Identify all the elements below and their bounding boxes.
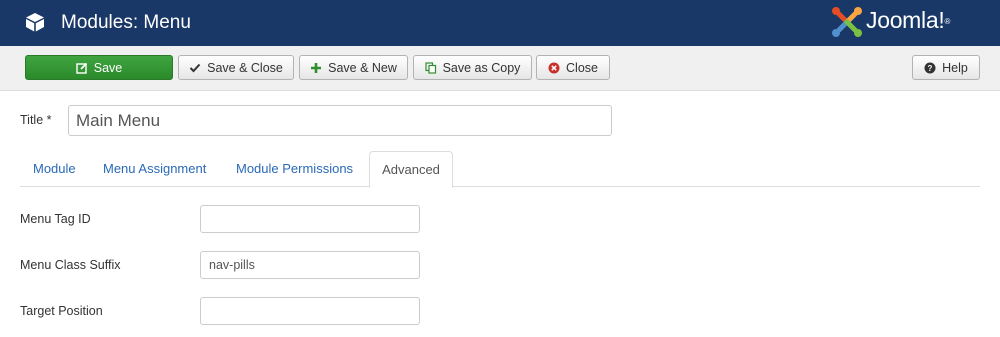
cube-icon: [26, 13, 44, 32]
help-button[interactable]: ? Help: [912, 55, 980, 80]
menu-tag-id-label: Menu Tag ID: [20, 212, 91, 226]
tab-advanced[interactable]: Advanced: [369, 151, 453, 188]
save-new-button[interactable]: Save & New: [299, 55, 408, 80]
menu-tag-id-input[interactable]: [200, 205, 420, 233]
tab-bar: Module Menu Assignment Module Permission…: [20, 151, 980, 188]
save-close-label: Save & Close: [207, 60, 283, 75]
save-as-copy-label: Save as Copy: [442, 60, 521, 75]
copy-icon: [424, 61, 436, 74]
target-position-label: Target Position: [20, 304, 103, 318]
page-title: Modules: Menu: [61, 12, 191, 33]
plus-icon: [311, 62, 322, 73]
app-header: Modules: Menu Joomla!®: [0, 0, 1000, 46]
close-button[interactable]: Close: [536, 55, 610, 80]
title-input[interactable]: Main Menu: [68, 105, 612, 136]
save-new-label: Save & New: [328, 60, 397, 75]
save-close-button[interactable]: Save & Close: [178, 55, 294, 80]
target-position-input[interactable]: [200, 297, 420, 325]
help-label: Help: [942, 60, 968, 75]
menu-class-suffix-label: Menu Class Suffix: [20, 258, 121, 272]
tab-menu-assignment[interactable]: Menu Assignment: [103, 151, 206, 187]
tab-module[interactable]: Module: [33, 151, 76, 187]
menu-class-suffix-input[interactable]: nav-pills: [200, 251, 420, 279]
svg-text:?: ?: [928, 64, 933, 73]
tab-module-permissions[interactable]: Module Permissions: [236, 151, 353, 187]
save-button[interactable]: Save: [25, 55, 173, 80]
help-icon: ?: [924, 62, 936, 73]
save-label: Save: [93, 60, 123, 75]
save-as-copy-button[interactable]: Save as Copy: [413, 55, 532, 80]
toolbar: Save Save & Close Save & New Save as Cop…: [0, 46, 1000, 91]
joomla-logo-text: Joomla!®: [866, 7, 951, 33]
title-label: Title *: [20, 113, 52, 127]
close-circle-icon: [548, 62, 560, 73]
check-icon: [189, 63, 201, 72]
close-label: Close: [566, 60, 598, 75]
joomla-logo-icon[interactable]: [830, 5, 864, 39]
edit-icon: [76, 62, 87, 74]
